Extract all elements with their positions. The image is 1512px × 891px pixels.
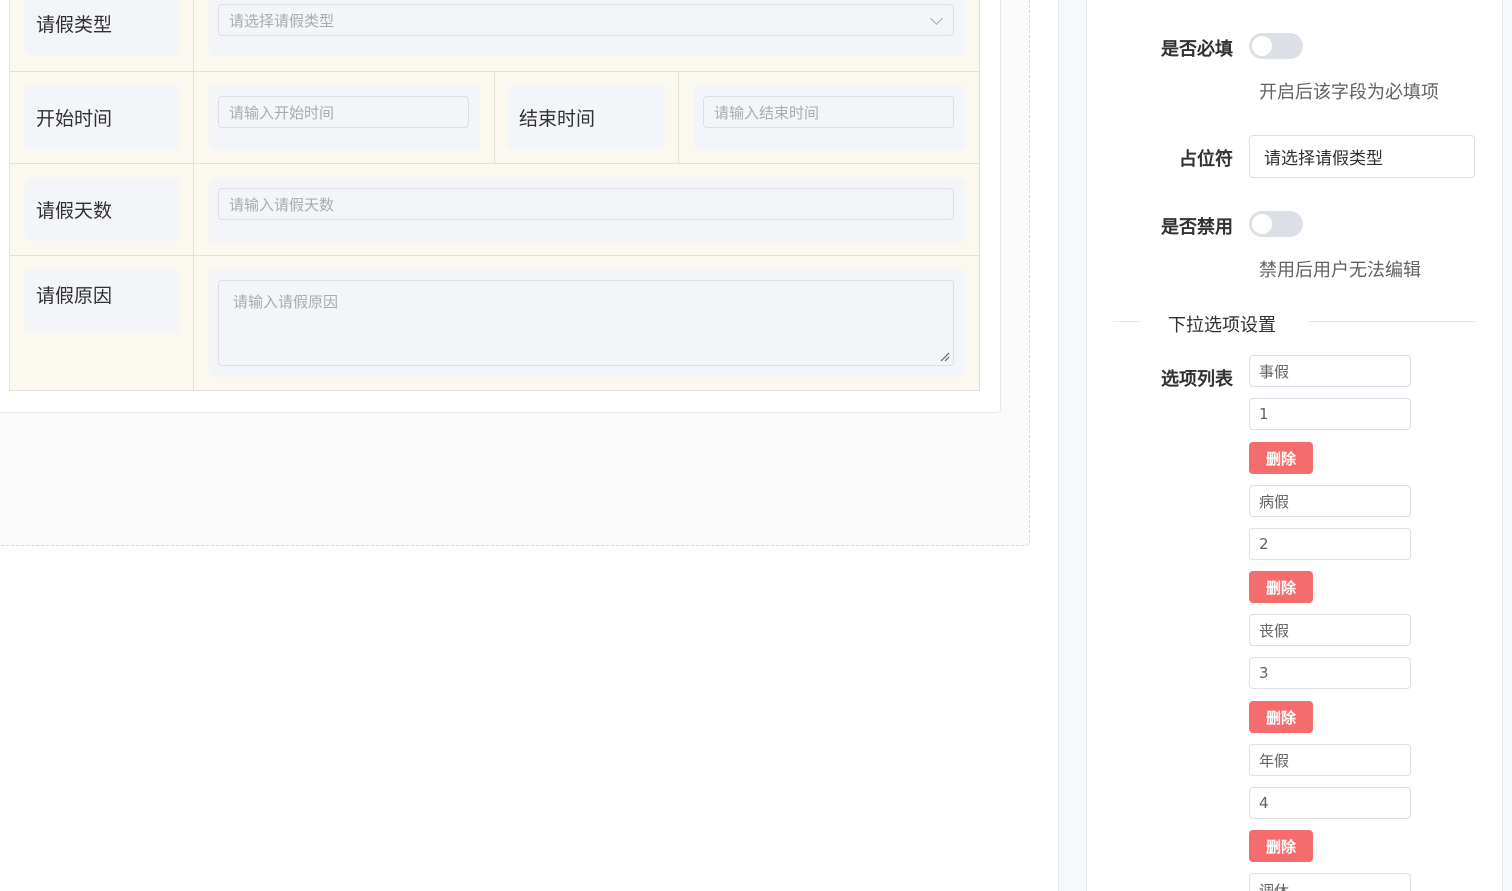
end-time-control-cell: 请输入结束时间 (679, 72, 980, 164)
divider-left (1113, 321, 1141, 322)
start-time-control-wrap: 请输入开始时间 (209, 86, 480, 150)
panel-gutter (1058, 0, 1087, 891)
start-time-label: 开始时间 (25, 86, 179, 149)
option-label-input[interactable]: 病假 (1249, 485, 1411, 517)
disabled-switch-knob (1252, 214, 1272, 234)
required-switch[interactable] (1249, 33, 1303, 59)
leave-type-select[interactable]: 请选择请假类型 (218, 4, 954, 36)
required-hint: 开启后该字段为必填项 (1259, 82, 1439, 103)
option-value-text: 4 (1259, 794, 1269, 812)
start-time-placeholder: 请输入开始时间 (229, 103, 335, 122)
end-time-label-cell: 结束时间 (495, 72, 679, 164)
reason-label: 请假原因 (25, 270, 179, 333)
option-label-input[interactable]: 年假 (1249, 744, 1411, 776)
reason-textarea[interactable]: 请输入请假原因 (218, 280, 954, 366)
disabled-hint: 禁用后用户无法编辑 (1259, 260, 1421, 281)
required-switch-knob (1252, 36, 1272, 56)
end-time-label: 结束时间 (508, 86, 665, 149)
delete-option-button[interactable]: 删除 (1249, 571, 1313, 603)
start-time-input[interactable]: 请输入开始时间 (218, 96, 469, 128)
form-grid: 请假类型 请选择请假类型 开始时间 请输入开始时间 结束时间 请输入结束时间 请… (9, 0, 980, 391)
options-list-label: 选项列表 (1161, 369, 1233, 390)
option-label-input[interactable]: 事假 (1249, 355, 1411, 387)
panel-scroll-edge[interactable] (1502, 0, 1512, 891)
start-time-label-cell: 开始时间 (9, 72, 194, 164)
end-time-control-wrap: 请输入结束时间 (694, 86, 965, 150)
placeholder-input[interactable]: 请选择请假类型 (1249, 135, 1475, 178)
leave-type-placeholder: 请选择请假类型 (229, 11, 335, 30)
option-label-text: 调休 (1259, 882, 1290, 891)
leave-days-control-cell: 请输入请假天数 (194, 164, 980, 256)
delete-option-button[interactable]: 删除 (1249, 830, 1313, 862)
leave-type-control-cell: 请选择请假类型 (194, 0, 980, 72)
delete-option-button[interactable]: 删除 (1249, 442, 1313, 474)
reason-control-cell: 请输入请假原因 (194, 256, 980, 391)
option-value-input[interactable]: 2 (1249, 528, 1411, 560)
option-label-text: 事假 (1259, 362, 1290, 381)
option-value-input[interactable]: 1 (1249, 398, 1411, 430)
leave-days-input[interactable]: 请输入请假天数 (218, 188, 954, 220)
option-label-text: 丧假 (1259, 621, 1290, 640)
placeholder-value: 请选择请假类型 (1264, 149, 1383, 169)
delete-option-button[interactable]: 删除 (1249, 701, 1313, 733)
option-value-text: 3 (1259, 664, 1269, 682)
option-label-input[interactable]: 丧假 (1249, 614, 1411, 646)
divider-right (1308, 321, 1475, 322)
leave-days-placeholder: 请输入请假天数 (229, 195, 335, 214)
placeholder-label: 占位符 (1179, 149, 1233, 170)
leave-days-label-cell: 请假天数 (9, 164, 194, 256)
disabled-switch[interactable] (1249, 211, 1303, 237)
option-value-input[interactable]: 4 (1249, 787, 1411, 819)
reason-label-cell: 请假原因 (9, 256, 194, 391)
option-value-text: 1 (1259, 405, 1269, 423)
option-label-text: 病假 (1259, 492, 1290, 511)
leave-days-control-wrap: 请输入请假天数 (209, 178, 965, 242)
reason-control-wrap: 请输入请假原因 (209, 270, 965, 377)
chevron-down-icon (930, 12, 943, 25)
leave-type-control-wrap: 请选择请假类型 (209, 0, 965, 56)
leave-type-label: 请假类型 (25, 0, 179, 55)
option-label-input[interactable]: 调休 (1249, 873, 1411, 891)
end-time-placeholder: 请输入结束时间 (714, 103, 820, 122)
leave-type-label-cell: 请假类型 (9, 0, 194, 72)
end-time-input[interactable]: 请输入结束时间 (703, 96, 954, 128)
form-card: 请假类型 请选择请假类型 开始时间 请输入开始时间 结束时间 请输入结束时间 请… (0, 0, 1001, 413)
option-value-input[interactable]: 3 (1249, 657, 1411, 689)
options-section-title: 下拉选项设置 (1168, 315, 1276, 336)
leave-days-label: 请假天数 (25, 178, 179, 241)
required-label: 是否必填 (1161, 39, 1233, 60)
option-label-text: 年假 (1259, 751, 1290, 770)
form-canvas: 请假类型 请选择请假类型 开始时间 请输入开始时间 结束时间 请输入结束时间 请… (0, 0, 1030, 546)
disabled-label: 是否禁用 (1161, 217, 1233, 238)
resize-grip-icon[interactable] (940, 352, 950, 362)
option-value-text: 2 (1259, 535, 1269, 553)
start-time-control-cell: 请输入开始时间 (194, 72, 495, 164)
reason-placeholder: 请输入请假原因 (233, 293, 339, 311)
